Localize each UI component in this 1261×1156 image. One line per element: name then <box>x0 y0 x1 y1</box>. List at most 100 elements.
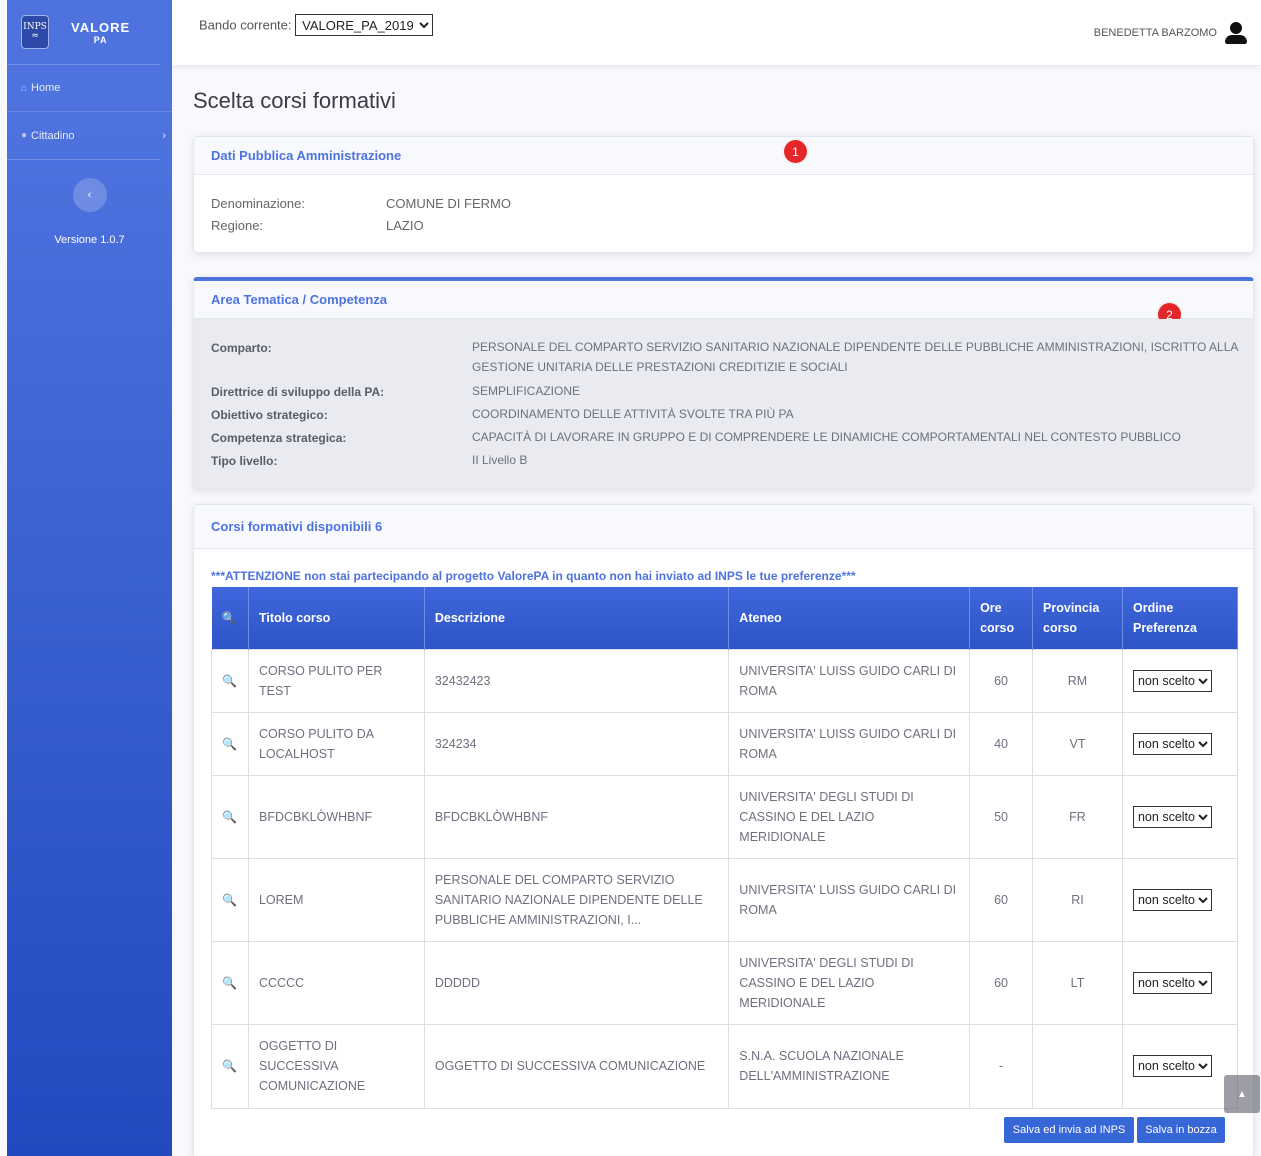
cell-descrizione: BFDCBKLÒWHBNF <box>423 774 730 859</box>
denominazione-label: Denominazione: <box>211 196 305 211</box>
cell-provincia <box>1032 1023 1123 1109</box>
sidebar-toggle-button[interactable]: ‹ <box>72 178 107 212</box>
cell-ateneo: UNIVERSITA' LUISS GUIDO CARLI DI ROMA <box>728 648 971 713</box>
preference-select[interactable]: non scelto <box>1132 1055 1212 1077</box>
cell-preferenza[interactable]: non scelto <box>1121 774 1239 859</box>
cell-provincia: RM <box>1032 648 1123 713</box>
chevron-up-icon: ▲ <box>1237 1088 1247 1100</box>
courses-card: Corsi formativi disponibili 6 ***ATTENZI… <box>193 504 1254 1156</box>
preference-select[interactable]: non scelto <box>1132 669 1212 692</box>
header-search-icon[interactable]: 🔍 <box>211 587 249 649</box>
pa-card: Dati Pubblica Amministrazione 1 Denomina… <box>193 136 1254 253</box>
cell-titolo: OGGETTO DI SUCCESSIVA COMUNICAZIONE <box>247 1023 425 1109</box>
magnifier-icon[interactable]: 🔍 <box>222 674 237 688</box>
table-row: 🔍 CORSO PULITO PER TEST 32432423 UNIVERSITA… <box>211 648 1239 713</box>
cell-descrizione: OGGETTO DI SUCCESSIVA COMUNICAZIONE <box>423 1023 730 1109</box>
magnifier-icon[interactable]: 🔍 <box>222 893 237 907</box>
cell-titolo: LOREM <box>247 857 425 942</box>
cell-descrizione: PERSONALE DEL COMPARTO SERVIZIO SANITARI… <box>423 857 730 942</box>
col-descrizione[interactable]: Descrizione <box>424 587 730 649</box>
regione-value: LAZIO <box>386 218 424 233</box>
sidebar: INPS ≈ VALORE PA ⌂ Home ● Cittadino › ‹ V… <box>7 0 172 1156</box>
user-icon: ● <box>21 130 28 141</box>
save-send-button[interactable]: Salva ed invia ad INPS <box>1004 1117 1134 1143</box>
magnifier-icon[interactable]: 🔍 <box>222 976 237 990</box>
inps-logo: INPS ≈ <box>21 15 49 49</box>
magnifier-icon[interactable]: 🔍 <box>222 737 237 751</box>
save-draft-button[interactable]: Salva in bozza <box>1137 1117 1225 1143</box>
sidebar-item-home[interactable]: ⌂ Home <box>7 65 172 112</box>
cell-preferenza[interactable]: non scelto <box>1121 1023 1239 1109</box>
col-preferenza[interactable]: Ordine Preferenza <box>1122 587 1239 649</box>
cell-descrizione: 32432423 <box>423 648 730 713</box>
table-row: 🔍 OGGETTO DI SUCCESSIVA COMUNICAZIONE OGGE… <box>211 1023 1239 1109</box>
home-icon: ⌂ <box>21 82 28 94</box>
col-titolo[interactable]: Titolo corso <box>248 587 425 649</box>
cell-provincia: RI <box>1032 857 1123 942</box>
cell-ateneo: UNIVERSITA' LUISS GUIDO CARLI DI ROMA <box>728 857 971 942</box>
table-header-row: 🔍 Titolo corso Descrizione Ateneo Ore co… <box>211 587 1239 649</box>
cell-preferenza[interactable]: non scelto <box>1121 711 1239 776</box>
user-avatar-icon <box>1225 22 1247 44</box>
comparto-label: Comparto: <box>211 341 272 355</box>
detail-icon-cell[interactable]: 🔍 <box>211 774 249 859</box>
preference-select[interactable]: non scelto <box>1132 971 1212 994</box>
cell-provincia: VT <box>1032 711 1123 776</box>
detail-icon-cell[interactable]: 🔍 <box>211 940 249 1025</box>
area-card-header: Area Tematica / Competenza <box>194 281 1253 319</box>
page-title: Scelta corsi formativi <box>193 88 396 113</box>
competenza-label: Competenza strategica: <box>211 431 347 445</box>
bando-label: Bando corrente: <box>199 17 292 33</box>
detail-icon-cell[interactable]: 🔍 <box>211 857 249 942</box>
col-ateneo[interactable]: Ateneo <box>728 587 971 649</box>
cell-titolo: CCCCC <box>247 940 425 1025</box>
denominazione-value: COMUNE DI FERMO <box>386 196 511 211</box>
bando-select[interactable]: VALORE_PA_2019 <box>295 14 434 36</box>
brand-title: VALORE <box>71 19 131 35</box>
cell-ateneo: UNIVERSITA' DEGLI STUDI DI CASSINO E DEL… <box>728 774 971 859</box>
preference-select[interactable]: non scelto <box>1132 732 1212 755</box>
sidebar-item-cittadino[interactable]: ● Cittadino › <box>7 112 172 159</box>
preference-select[interactable]: non scelto <box>1132 888 1212 911</box>
table-row: 🔍 CCCCC DDDDD UNIVERSITA' DEGLI STUDI DI CA… <box>211 940 1239 1025</box>
logo-wave-icon: ≈ <box>31 31 39 41</box>
detail-icon-cell[interactable]: 🔍 <box>211 1023 249 1109</box>
cell-descrizione: DDDDD <box>423 940 730 1025</box>
user-menu[interactable]: BENEDETTA BARZOMO <box>1094 22 1247 44</box>
cell-ateneo: S.N.A. SCUOLA NAZIONALE DELL'AMMINISTRAZ… <box>728 1023 971 1109</box>
cell-ateneo: UNIVERSITA' LUISS GUIDO CARLI DI ROMA <box>728 711 971 776</box>
livello-label: Tipo livello: <box>211 454 278 468</box>
obiettivo-label: Obiettivo strategico: <box>211 408 328 422</box>
courses-table: 🔍 Titolo corso Descrizione Ateneo Ore co… <box>211 587 1239 1109</box>
cell-ore: 50 <box>969 774 1034 859</box>
pa-card-header: Dati Pubblica Amministrazione <box>194 137 1253 175</box>
cell-descrizione: 324234 <box>423 711 730 776</box>
courses-card-header: Corsi formativi disponibili 6 <box>194 505 1253 549</box>
magnifier-icon[interactable]: 🔍 <box>222 810 237 824</box>
scroll-top-button[interactable]: ▲ <box>1224 1075 1260 1113</box>
col-provincia[interactable]: Provincia corso <box>1032 587 1123 649</box>
magnifier-icon[interactable]: 🔍 <box>222 1059 237 1073</box>
cell-titolo: BFDCBKLÒWHBNF <box>247 774 425 859</box>
cell-preferenza[interactable]: non scelto <box>1121 940 1239 1025</box>
preference-select[interactable]: non scelto <box>1132 805 1212 828</box>
chevron-right-icon: › <box>162 129 166 142</box>
livello-value: II Livello B <box>472 453 528 467</box>
detail-icon-cell[interactable]: 🔍 <box>211 648 249 713</box>
regione-label: Regione: <box>211 218 264 233</box>
cell-preferenza[interactable]: non scelto <box>1121 857 1239 942</box>
cell-titolo: CORSO PULITO DA LOCALHOST <box>247 711 425 776</box>
brand[interactable]: INPS ≈ VALORE PA <box>7 0 160 65</box>
col-ore[interactable]: Ore corso <box>969 587 1034 649</box>
area-card-body: Comparto: PERSONALE DEL COMPARTO SERVIZI… <box>194 319 1253 489</box>
cell-provincia: FR <box>1032 774 1123 859</box>
cell-preferenza[interactable]: non scelto <box>1121 648 1239 713</box>
table-row: 🔍 CORSO PULITO DA LOCALHOST 324234 UNIVERSI… <box>211 711 1239 776</box>
detail-icon-cell[interactable]: 🔍 <box>211 711 249 776</box>
cell-ateneo: UNIVERSITA' DEGLI STUDI DI CASSINO E DEL… <box>728 940 971 1025</box>
user-name: BENEDETTA BARZOMO <box>1093 27 1217 39</box>
direttrice-label: Direttrice di sviluppo della PA: <box>211 385 385 399</box>
cell-titolo: CORSO PULITO PER TEST <box>247 648 425 713</box>
cell-ore: 60 <box>969 857 1034 942</box>
cell-ore: 60 <box>969 940 1034 1025</box>
